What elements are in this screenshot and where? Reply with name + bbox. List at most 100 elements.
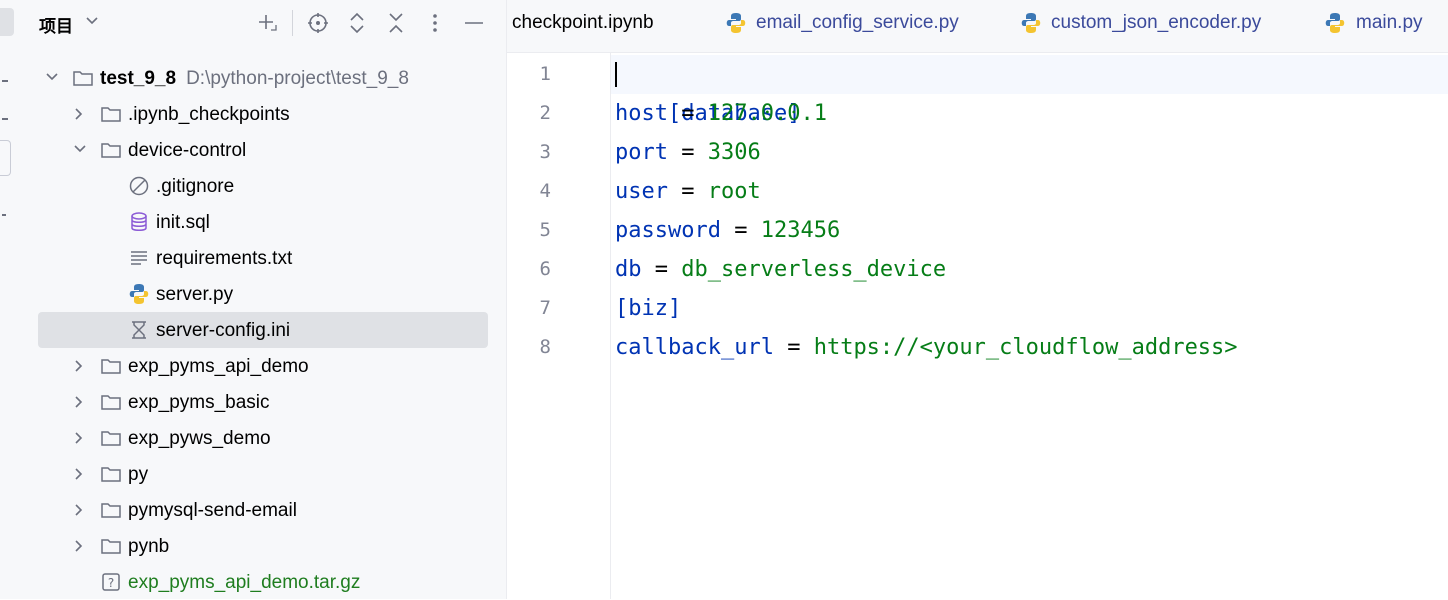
tree-item-folder[interactable]: exp_pyms_basic [38,384,488,420]
folder-icon [101,467,121,482]
tree-item-label: exp_pyms_api_demo.tar.gz [128,572,361,593]
config-key: port [615,140,668,165]
folder-icon [101,431,121,446]
python-icon [726,13,746,33]
ignore-file-icon [129,176,149,196]
config-value: https://<your_cloudflow_address> [813,335,1238,360]
line-number: 5 [539,219,551,241]
text-file-icon [131,251,147,265]
tree-item-folder[interactable]: py [38,456,488,492]
config-key: password [615,218,721,243]
line-number: 2 [539,102,551,124]
line-number: 8 [539,336,551,358]
tree-item-label: py [128,464,149,485]
chevron-right-icon[interactable] [74,468,84,480]
code-line[interactable]: port = 3306 [615,133,761,172]
project-panel: 项目 test_9_8 D:\python-project\test_9_8 .i… [20,0,518,600]
code-line-current[interactable]: [database] [611,55,1448,126]
expand-all-button[interactable] [344,10,370,36]
tree-item-folder[interactable]: device-control [38,132,488,168]
tree-item-folder[interactable]: exp_pyws_demo [38,420,488,456]
equals-sign: = [667,101,708,126]
select-opened-file-button[interactable] [305,10,331,36]
crosshair-icon [308,13,328,33]
options-button[interactable] [422,10,448,36]
tree-item-file[interactable]: ? exp_pyms_api_demo.tar.gz [38,564,488,600]
chevron-down-icon[interactable] [74,144,86,154]
chevron-right-icon[interactable] [74,432,84,444]
tree-item-label: init.sql [156,212,210,233]
chevron-right-icon[interactable] [74,360,84,372]
code-line[interactable]: user = root [615,172,761,211]
tab-label: email_config_service.py [756,12,959,33]
code-line[interactable]: [biz] [615,289,681,328]
equals-sign: = [667,140,708,165]
tree-item-file[interactable]: server.py [38,276,488,312]
folder-icon [101,143,121,158]
code-line[interactable]: host = 127.0.0.1 [615,94,827,133]
tree-item-file[interactable]: requirements.txt [38,240,488,276]
code-line[interactable]: db = db_serverless_device [615,250,946,289]
line-number: 7 [539,297,551,319]
config-key: user [615,179,668,204]
line-number: 4 [539,180,551,202]
folder-icon [101,359,121,374]
tree-item-label: requirements.txt [156,248,293,269]
config-value: 123456 [760,218,841,243]
project-panel-title[interactable]: 项目 [39,12,73,37]
equals-sign: = [641,257,682,282]
project-tool-button[interactable] [0,8,14,36]
tree-item-root[interactable]: test_9_8 D:\python-project\test_9_8 [38,60,488,96]
tree-item-file-selected[interactable]: server-config.ini [38,312,488,348]
equals-sign: = [773,335,814,360]
tree-item-file[interactable]: init.sql [38,204,488,240]
project-path: D:\python-project\test_9_8 [186,68,409,89]
tree-item-folder[interactable]: pymysql-send-email [38,492,488,528]
folder-icon [101,539,121,554]
text-caret [615,62,617,87]
tree-item-label: test_9_8 [100,68,177,89]
tree-item-label: exp_pyms_api_demo [128,356,309,377]
chevron-right-icon[interactable] [74,108,84,120]
python-icon [129,284,149,304]
database-icon [131,212,147,231]
line-number: 3 [539,141,551,163]
tree-item-folder[interactable]: exp_pyms_api_demo [38,348,488,384]
folder-icon [73,71,93,86]
config-key: db [615,257,642,282]
collapse-all-icon [389,13,403,33]
chevron-right-icon[interactable] [74,396,84,408]
chevron-down-icon[interactable] [46,72,58,82]
python-icon [1021,13,1041,33]
chevron-right-icon[interactable] [74,540,84,552]
new-file-button[interactable] [254,10,280,36]
python-icon [1325,13,1345,33]
tree-item-folder[interactable]: pynb [38,528,488,564]
tab-label: main.py [1356,12,1423,33]
code-line[interactable]: password = 123456 [615,211,840,250]
more-vertical-icon [433,14,437,32]
hide-panel-button[interactable] [461,10,487,36]
chevron-down-icon[interactable] [86,16,98,26]
config-file-icon [132,321,146,339]
tree-item-label: device-control [128,140,247,161]
tree-item-label: exp_pyms_basic [128,392,270,413]
tree-item-label: pynb [128,536,170,557]
project-panel-header: 项目 [20,0,506,44]
line-number-gutter: 1 2 3 4 5 6 7 8 [507,53,610,599]
chevron-right-icon[interactable] [74,504,84,516]
tree-item-label: server.py [156,284,234,305]
tree-item-label: .gitignore [156,176,235,197]
collapse-all-button[interactable] [383,10,409,36]
minimize-icon [465,22,483,24]
tree-item-label: pymysql-send-email [128,500,297,521]
tree-item-label: .ipynb_checkpoints [128,104,290,125]
tree-item-file[interactable]: .gitignore [38,168,488,204]
config-key: callback_url [615,335,774,360]
code-line[interactable]: callback_url = https://<your_cloudflow_a… [615,328,1238,367]
line-number: 6 [539,258,551,280]
code-editor[interactable]: 1 2 3 4 5 6 7 8 [database] host = 127.0.… [507,53,1448,599]
structure-tool-button[interactable] [0,140,11,176]
editor-tab-bar: checkpoint.ipynb email_config_service.py… [507,0,1448,53]
tree-item-folder[interactable]: .ipynb_checkpoints [38,96,488,132]
